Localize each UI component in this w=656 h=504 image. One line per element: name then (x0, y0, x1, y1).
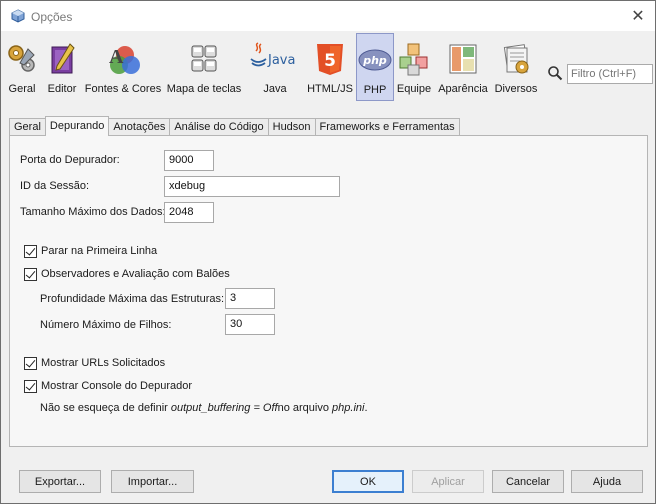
close-button[interactable]: ✕ (621, 1, 655, 31)
html5-icon: 5 (310, 39, 350, 79)
team-cubes-icon (394, 39, 434, 79)
watches-balloons-label: Observadores e Avaliação com Balões (41, 268, 230, 280)
category-geral[interactable]: Geral (3, 33, 41, 101)
misc-icon (496, 39, 536, 79)
appearance-icon (443, 39, 483, 79)
category-label: HTML/JS (307, 83, 353, 95)
tab-frameworks[interactable]: Frameworks e Ferramentas (314, 118, 460, 136)
category-diversos[interactable]: Diversos (493, 33, 539, 101)
port-label: Porta do Depurador: (20, 154, 120, 166)
show-urls-label: Mostrar URLs Solicitados (41, 357, 166, 369)
stop-first-line-checkbox[interactable] (24, 245, 37, 258)
category-php[interactable]: php PHP (356, 33, 394, 101)
show-urls-checkbox[interactable] (24, 357, 37, 370)
svg-text:Java: Java (267, 53, 295, 68)
gears-icon (2, 39, 42, 79)
category-label: Editor (47, 83, 77, 95)
tab-geral[interactable]: Geral (9, 118, 46, 136)
svg-text:php: php (362, 54, 387, 67)
category-java[interactable]: Java Java (247, 33, 303, 101)
tab-analise-codigo[interactable]: Análise do Código (169, 118, 269, 136)
output-buffering-note: Não se esqueça de definir output_bufferi… (40, 402, 368, 414)
port-field[interactable]: 9000 (164, 150, 214, 171)
tab-hudson[interactable]: Hudson (267, 118, 316, 136)
max-depth-label: Profundidade Máxima das Estruturas: (40, 293, 225, 305)
category-label: Diversos (494, 83, 538, 95)
max-depth-field[interactable]: 3 (225, 288, 275, 309)
keyboard-icon (184, 39, 224, 79)
category-label: PHP (363, 84, 387, 96)
session-id-field[interactable]: xdebug (164, 176, 340, 197)
max-children-label: Número Máximo de Filhos: (40, 319, 172, 331)
php-icon: php (355, 40, 395, 80)
export-button[interactable]: Exportar... (19, 470, 101, 493)
category-mapa-teclas[interactable]: Mapa de teclas (165, 33, 243, 101)
apply-button: Aplicar (412, 470, 484, 493)
close-icon: ✕ (631, 8, 645, 25)
watches-balloons-checkbox[interactable] (24, 268, 37, 281)
category-label: Fontes & Cores (84, 83, 162, 95)
tab-anotacoes[interactable]: Anotações (108, 118, 171, 136)
category-aparencia[interactable]: Aparência (435, 33, 491, 101)
category-equipe[interactable]: Equipe (395, 33, 433, 101)
show-console-label: Mostrar Console do Depurador (41, 380, 193, 392)
debugging-panel: Porta do Depurador: 9000 ID da Sessão: x… (9, 135, 648, 447)
tab-depurando[interactable]: Depurando (44, 116, 110, 136)
options-dialog: Opções ✕ Geral Editor A Fontes & Cores M… (0, 0, 656, 504)
category-html-js[interactable]: 5 HTML/JS (307, 33, 353, 101)
tab-bar: Geral Depurando Anotações Análise do Cód… (9, 116, 460, 136)
stop-first-line-label: Parar na Primeira Linha (41, 245, 158, 257)
window-title: Opções (31, 10, 73, 24)
java-icon: Java (248, 39, 302, 79)
svg-text:A: A (109, 46, 124, 68)
title-bar: Opções ✕ (1, 1, 655, 31)
fonts-colors-icon: A (103, 39, 143, 79)
category-label: Equipe (396, 83, 432, 95)
cancel-button[interactable]: Cancelar (492, 470, 564, 493)
netbeans-cube-icon (11, 9, 25, 23)
max-children-field[interactable]: 30 (225, 314, 275, 335)
category-toolbar: Geral Editor A Fontes & Cores Mapa de te… (1, 31, 655, 103)
category-label: Mapa de teclas (166, 83, 242, 95)
session-id-label: ID da Sessão: (20, 180, 90, 192)
max-data-field[interactable]: 2048 (164, 202, 214, 223)
filter-input[interactable] (567, 64, 653, 84)
search-icon (548, 66, 563, 81)
ok-button[interactable]: OK (332, 470, 404, 493)
category-label: Geral (8, 83, 36, 95)
category-label: Aparência (438, 83, 488, 95)
category-fontes-cores[interactable]: A Fontes & Cores (84, 33, 162, 101)
help-button[interactable]: Ajuda (571, 470, 643, 493)
svg-text:5: 5 (324, 51, 336, 71)
max-data-label: Tamanho Máximo dos Dados: (20, 206, 166, 218)
editor-pencil-icon (42, 39, 82, 79)
show-console-checkbox[interactable] (24, 380, 37, 393)
import-button[interactable]: Importar... (111, 470, 194, 493)
category-editor[interactable]: Editor (43, 33, 81, 101)
category-label: Java (263, 83, 287, 95)
